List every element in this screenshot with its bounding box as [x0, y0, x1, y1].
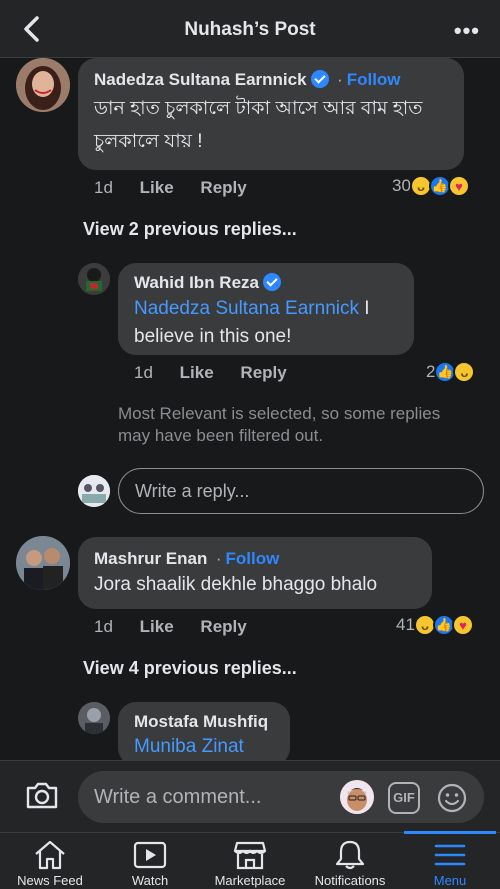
separator-dot: ·	[337, 70, 343, 89]
comment-input[interactable]: Write a comment... GIF	[78, 771, 484, 823]
tab-watch[interactable]: Watch	[100, 833, 200, 889]
avatar[interactable]	[16, 536, 70, 590]
bell-icon	[335, 840, 365, 870]
avatar[interactable]	[78, 702, 110, 734]
reply-time: 1d	[134, 363, 153, 382]
avatar-sticker-icon[interactable]	[340, 780, 374, 814]
view-previous-replies[interactable]: View 4 previous replies...	[83, 658, 297, 679]
comment-time: 1d	[94, 178, 113, 197]
tab-label: Watch	[131, 873, 169, 888]
top-bar: Nuhash’s Post •••	[0, 0, 500, 58]
reply-text: I	[358, 298, 370, 319]
mention-link[interactable]: Nadedza Sultana Earnnick	[134, 298, 359, 319]
comment-composer: Write a comment... GIF	[0, 760, 500, 832]
home-icon	[35, 840, 65, 870]
care-icon: ♥	[451, 614, 474, 636]
comment-placeholder: Write a comment...	[94, 786, 262, 808]
avatar[interactable]	[16, 58, 70, 112]
reply-bubble[interactable]: Wahid Ibn Reza Nadedza Sultana Earnnick …	[118, 263, 414, 355]
more-options-icon[interactable]: •••	[454, 18, 480, 44]
tab-notifications[interactable]: Notifications	[300, 833, 400, 889]
comment-actions: 1d Like Reply	[94, 617, 269, 637]
tab-marketplace[interactable]: Marketplace	[200, 833, 300, 889]
reaction-count: 41	[396, 615, 415, 634]
reply-actions: 1d Like Reply	[134, 363, 309, 383]
my-avatar	[78, 475, 110, 507]
reply-author[interactable]: Wahid Ibn Reza	[134, 273, 259, 292]
avatar[interactable]	[78, 263, 110, 295]
reply-button[interactable]: Reply	[240, 363, 286, 382]
verified-badge-icon	[310, 70, 329, 88]
verified-badge-icon	[263, 273, 281, 291]
reaction-summary[interactable]: 30 ᴗ 👍 ♥	[392, 175, 470, 197]
reply-button[interactable]: Reply	[200, 617, 246, 636]
active-tab-indicator	[404, 831, 496, 834]
tab-label: Menu	[433, 873, 467, 888]
tab-news-feed[interactable]: News Feed	[0, 833, 100, 889]
comment-actions: 1d Like Reply	[94, 178, 269, 198]
page-title: Nuhash’s Post	[184, 19, 316, 40]
gif-button[interactable]: GIF	[388, 782, 420, 814]
comment-author[interactable]: Mashrur Enan	[94, 549, 207, 568]
follow-button[interactable]: Follow	[347, 70, 401, 89]
reply-placeholder: Write a reply...	[135, 481, 250, 501]
comment-bubble[interactable]: Mashrur Enan · Follow Jora shaalik dekhle…	[78, 537, 432, 609]
comment-text-line: ডান হাত চুলকালে টাকা আসে আর বাম হাত	[94, 98, 423, 119]
reaction-count: 30	[392, 176, 411, 195]
reply-bubble[interactable]: Mostafa Mushfiq Muniba Zinat	[118, 702, 290, 766]
reply-input[interactable]: Write a reply...	[118, 468, 484, 514]
separator-dot: ·	[215, 549, 222, 568]
comment-bubble[interactable]: Nadedza Sultana Earnnick · Follow ডান হাত…	[78, 58, 464, 170]
reply-text-line: believe in this one!	[134, 326, 292, 347]
marketplace-icon	[233, 841, 267, 870]
care-icon: ♥	[447, 175, 470, 197]
bottom-tab-bar: News Feed Watch Marketplace Notification…	[0, 831, 500, 889]
like-button[interactable]: Like	[140, 178, 174, 197]
mention-link[interactable]: Muniba Zinat	[134, 732, 274, 762]
reply-author[interactable]: Mostafa Mushfiq	[134, 712, 274, 732]
tab-label: Notifications	[314, 873, 386, 888]
camera-icon[interactable]	[24, 779, 60, 811]
like-button[interactable]: Like	[180, 363, 214, 382]
watch-icon	[133, 841, 167, 869]
reaction-summary[interactable]: 2 👍 ᴗ	[426, 361, 476, 383]
follow-button[interactable]: Follow	[225, 549, 279, 568]
like-button[interactable]: Like	[140, 617, 174, 636]
tab-label: News Feed	[17, 873, 83, 888]
tab-menu[interactable]: Menu	[400, 831, 500, 889]
tab-label: Marketplace	[214, 873, 286, 888]
comment-text: Jora shaalik dekhle bhaggo bhalo	[94, 574, 378, 595]
menu-icon	[434, 844, 466, 866]
filter-notice: Most Relevant is selected, so some repli…	[118, 404, 441, 445]
comment-text-line: চুলকালে যায় !	[94, 131, 203, 152]
view-previous-replies[interactable]: View 2 previous replies...	[83, 219, 297, 240]
haha-icon: ᴗ	[453, 361, 476, 383]
emoji-icon[interactable]	[436, 782, 468, 814]
comment-author[interactable]: Nadedza Sultana Earnnick	[94, 70, 307, 89]
reply-button[interactable]: Reply	[200, 178, 246, 197]
reaction-summary[interactable]: 41 ᴗ 👍 ♥	[396, 614, 474, 636]
comment-time: 1d	[94, 617, 113, 636]
